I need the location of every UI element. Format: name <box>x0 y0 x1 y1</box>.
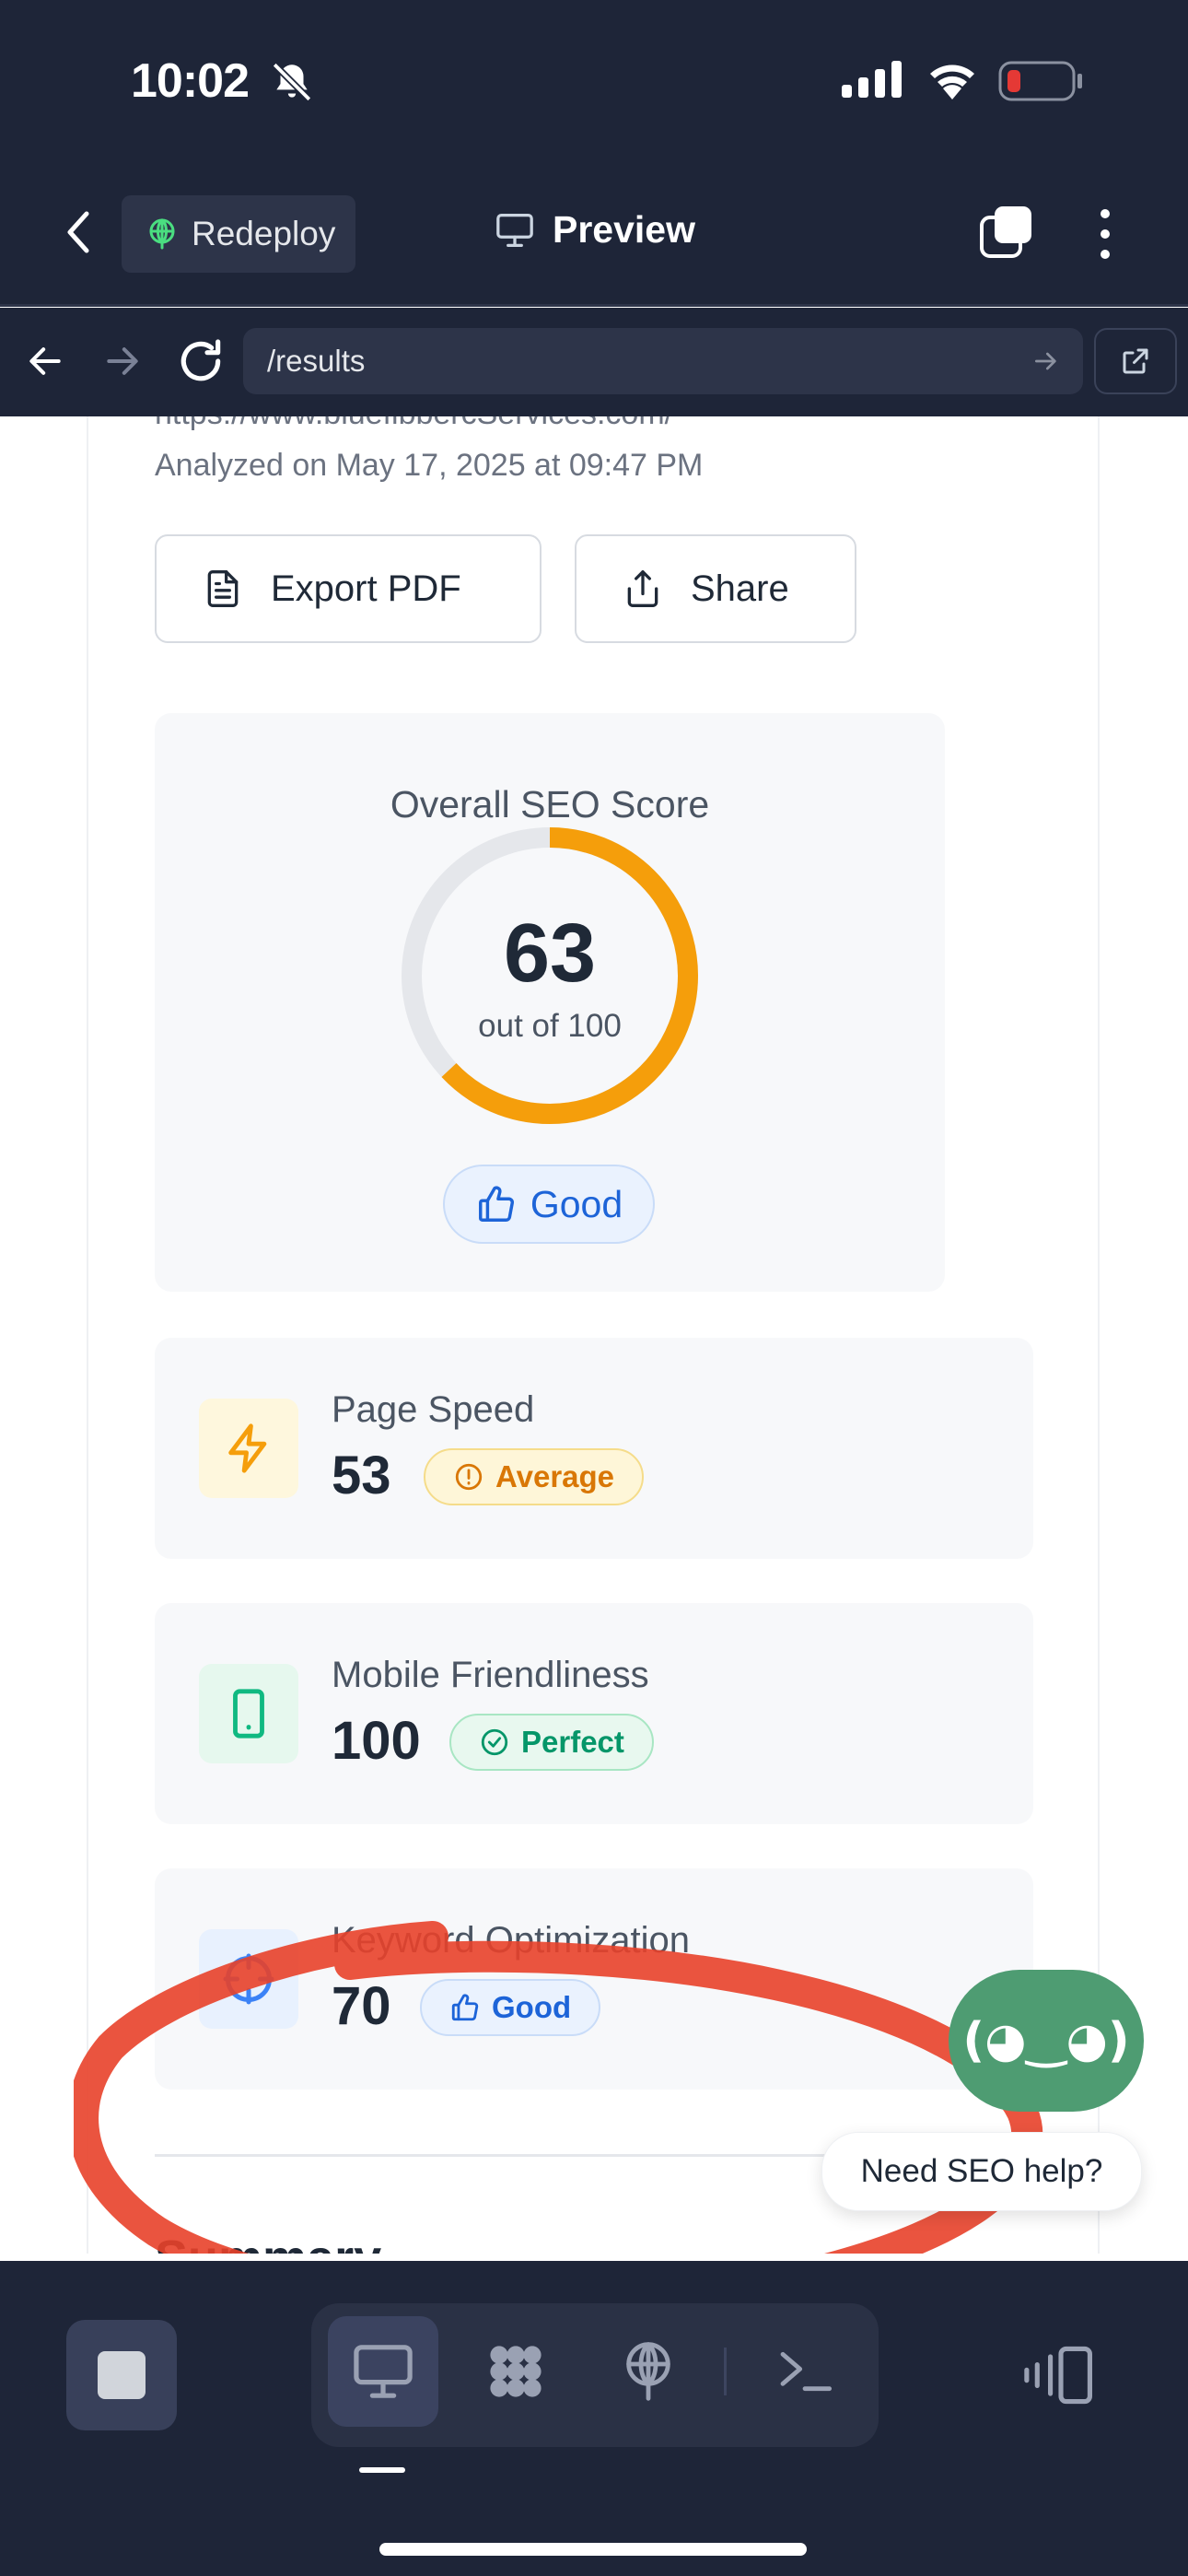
preview-title: Preview <box>494 208 695 252</box>
alert-circle-icon <box>455 1463 483 1491</box>
share-label: Share <box>691 568 789 609</box>
browser-back-icon[interactable] <box>24 341 66 381</box>
help-tooltip[interactable]: Need SEO help? <box>821 2132 1142 2211</box>
terminal-icon <box>780 2351 833 2392</box>
overall-score-title: Overall SEO Score <box>390 783 710 825</box>
bell-muted-icon <box>272 62 312 102</box>
metric-value: 70 <box>332 1976 391 2036</box>
metric-label: Keyword Optimization <box>332 1920 691 1961</box>
export-pdf-button[interactable]: Export PDF <box>155 534 542 643</box>
status-badge-label: Average <box>495 1459 615 1493</box>
tab-integrations[interactable] <box>460 2316 571 2427</box>
metric-value: 100 <box>332 1711 421 1771</box>
view-switcher <box>311 2303 879 2447</box>
status-badge-label: Perfect <box>521 1725 624 1759</box>
stop-icon <box>98 2351 146 2399</box>
status-badge-average: Average <box>424 1448 645 1505</box>
redeploy-label: Redeploy <box>192 215 336 252</box>
status-time: 10:02 <box>131 54 250 108</box>
status-badge-perfect: Perfect <box>449 1714 654 1771</box>
status-badge-label: Good <box>492 1990 572 2024</box>
results-page: https://www.bluefibbercServices.com/ Ana… <box>0 416 1188 2254</box>
thumbs-up-icon <box>451 1994 479 2021</box>
deploy-umbrella-icon <box>149 218 175 250</box>
device-toggle-icon[interactable] <box>1024 2342 1098 2408</box>
help-tooltip-label: Need SEO help? <box>860 2153 1103 2189</box>
monitor-icon <box>354 2345 413 2398</box>
active-tab-indicator <box>359 2467 405 2473</box>
seo-assistant-button[interactable]: (◕‿◕) <box>949 1970 1144 2112</box>
overall-rating-label: Good <box>530 1182 623 1225</box>
reload-icon[interactable] <box>175 335 227 387</box>
share-icon <box>627 570 658 607</box>
metric-value: 53 <box>332 1446 391 1505</box>
cellular-signal-icon <box>842 61 902 98</box>
overall-score-out-of: out of 100 <box>478 1008 622 1044</box>
grid-blob-icon <box>490 2346 542 2397</box>
metric-mobile-friendliness: Mobile Friendliness 100 Perfect <box>155 1603 1033 1824</box>
more-options-icon[interactable] <box>1087 206 1124 262</box>
deploy-umbrella-icon <box>626 2342 670 2401</box>
metric-keyword-optimization: Keyword Optimization 70 Good <box>155 1868 1033 2090</box>
metric-label: Page Speed <box>332 1389 535 1430</box>
tab-preview[interactable] <box>328 2316 438 2427</box>
tab-deploy[interactable] <box>593 2316 704 2427</box>
metric-page-speed: Page Speed 53 Average <box>155 1338 1033 1559</box>
metric-icon-box <box>199 1399 298 1498</box>
thumbs-up-icon <box>478 1186 514 1222</box>
assistant-face: (◕‿◕) <box>962 2013 1130 2068</box>
go-arrow-icon[interactable] <box>1031 346 1061 376</box>
open-external-button[interactable] <box>1094 328 1177 394</box>
home-indicator <box>379 2543 807 2556</box>
overall-rating-badge: Good <box>443 1165 655 1244</box>
share-button[interactable]: Share <box>575 534 856 643</box>
toolbar-separator <box>724 2348 727 2395</box>
header-divider <box>0 304 1188 307</box>
wifi-icon <box>930 64 974 100</box>
preview-label: Preview <box>553 208 695 251</box>
analyzed-date: Analyzed on May 17, 2025 at 09:47 PM <box>155 448 704 483</box>
browser-forward-icon[interactable] <box>101 341 144 381</box>
phone-icon <box>233 1689 264 1739</box>
bottom-toolbar <box>0 2261 1188 2576</box>
back-chevron-icon[interactable] <box>55 205 101 260</box>
tab-console[interactable] <box>750 2316 860 2427</box>
summary-heading: Summary <box>155 2230 381 2254</box>
overall-score-card: Overall SEO Score 63 out of 100 Good <box>155 713 945 1292</box>
battery-icon <box>998 61 1082 101</box>
status-badge-good: Good <box>420 1979 601 2036</box>
crosshair-icon <box>223 1953 274 2005</box>
monitor-icon <box>496 213 533 247</box>
url-text: /results <box>267 344 366 378</box>
metric-icon-box <box>199 1929 298 2029</box>
metric-label: Mobile Friendliness <box>332 1655 649 1695</box>
document-icon <box>207 570 239 607</box>
analyzed-url-cut-off: https://www.bluefibbercServices.com/ <box>155 416 673 432</box>
lightning-icon <box>228 1423 267 1473</box>
external-link-icon <box>1123 348 1148 374</box>
tabs-icon[interactable] <box>978 205 1035 262</box>
app-header: 10:02 Redeploy Preview <box>0 0 1188 306</box>
stop-button[interactable] <box>66 2320 177 2430</box>
overall-score-value: 63 <box>503 907 597 1000</box>
export-pdf-label: Export PDF <box>271 568 461 609</box>
url-input[interactable]: /results <box>243 328 1083 394</box>
redeploy-button[interactable]: Redeploy <box>122 195 355 273</box>
check-circle-icon <box>481 1728 508 1756</box>
metric-icon-box <box>199 1664 298 1763</box>
